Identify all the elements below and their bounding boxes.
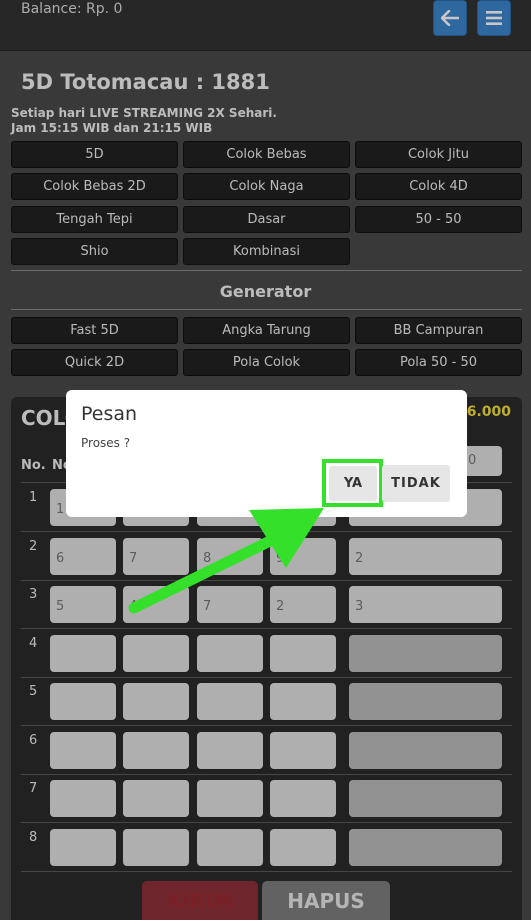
annotation-arrow-icon: [128, 508, 324, 614]
